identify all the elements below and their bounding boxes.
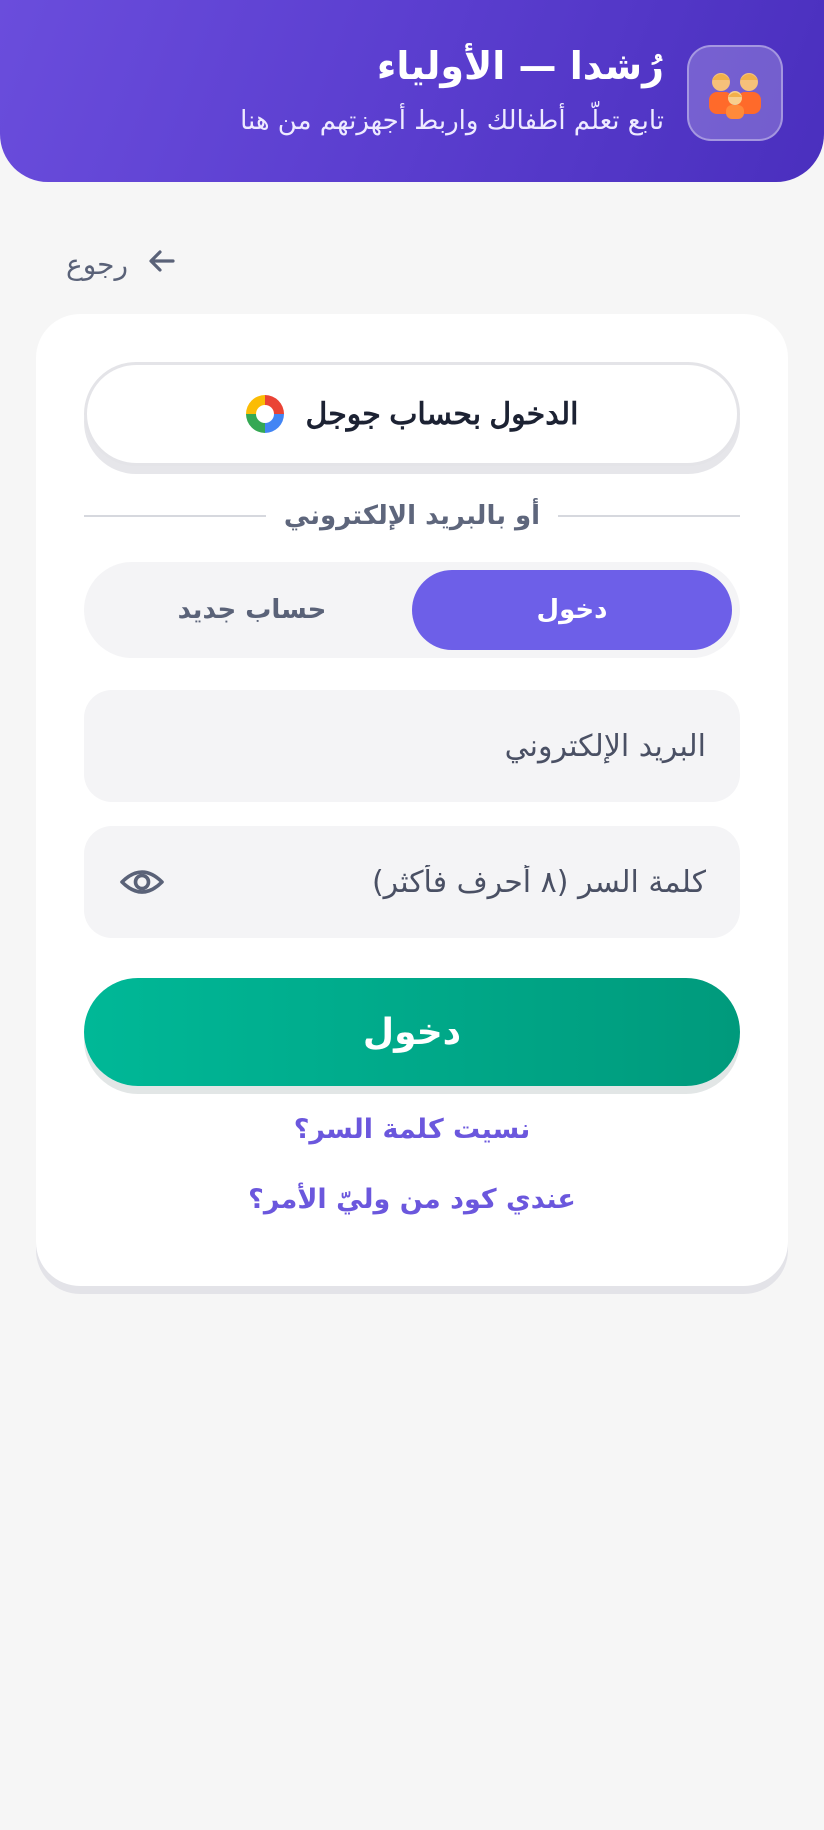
tab-login[interactable]: دخول [412,570,732,650]
email-field[interactable] [116,727,708,765]
auth-mode-tabs: دخول حساب جديد [84,562,740,658]
back-label: رجوع [66,247,129,281]
password-field[interactable] [168,863,708,901]
divider-line [558,515,740,517]
tab-signup[interactable]: حساب جديد [92,570,412,650]
google-signin-button[interactable]: الدخول بحساب جوجل [84,362,740,466]
family-icon [687,45,783,141]
google-icon [245,395,284,433]
email-field-wrapper [84,690,740,802]
page-title: رُشدا — الأولياء [376,44,664,88]
google-signin-label: الدخول بحساب جوجل [305,397,579,431]
divider-line [84,515,266,517]
divider-text: أو بالبريد الإلكتروني [283,501,541,531]
password-field-wrapper [84,826,740,938]
app-header: رُشدا — الأولياء تابع تعلّم أطفالك واربط… [0,0,824,182]
page-subtitle: تابع تعلّم أطفالك واربط أجهزتهم من هنا [240,106,664,136]
parent-code-link[interactable]: عندي كود من وليّ الأمر؟ [84,1184,740,1215]
auth-card: الدخول بحساب جوجل أو بالبريد الإلكتروني … [36,314,788,1286]
arrow-left-icon [146,245,178,284]
login-submit-button[interactable]: دخول [84,978,740,1086]
forgot-password-link[interactable]: نسيت كلمة السر؟ [84,1114,740,1145]
back-button[interactable]: رجوع [66,240,178,288]
or-divider: أو بالبريد الإلكتروني [84,496,740,536]
eye-icon[interactable] [116,856,168,908]
